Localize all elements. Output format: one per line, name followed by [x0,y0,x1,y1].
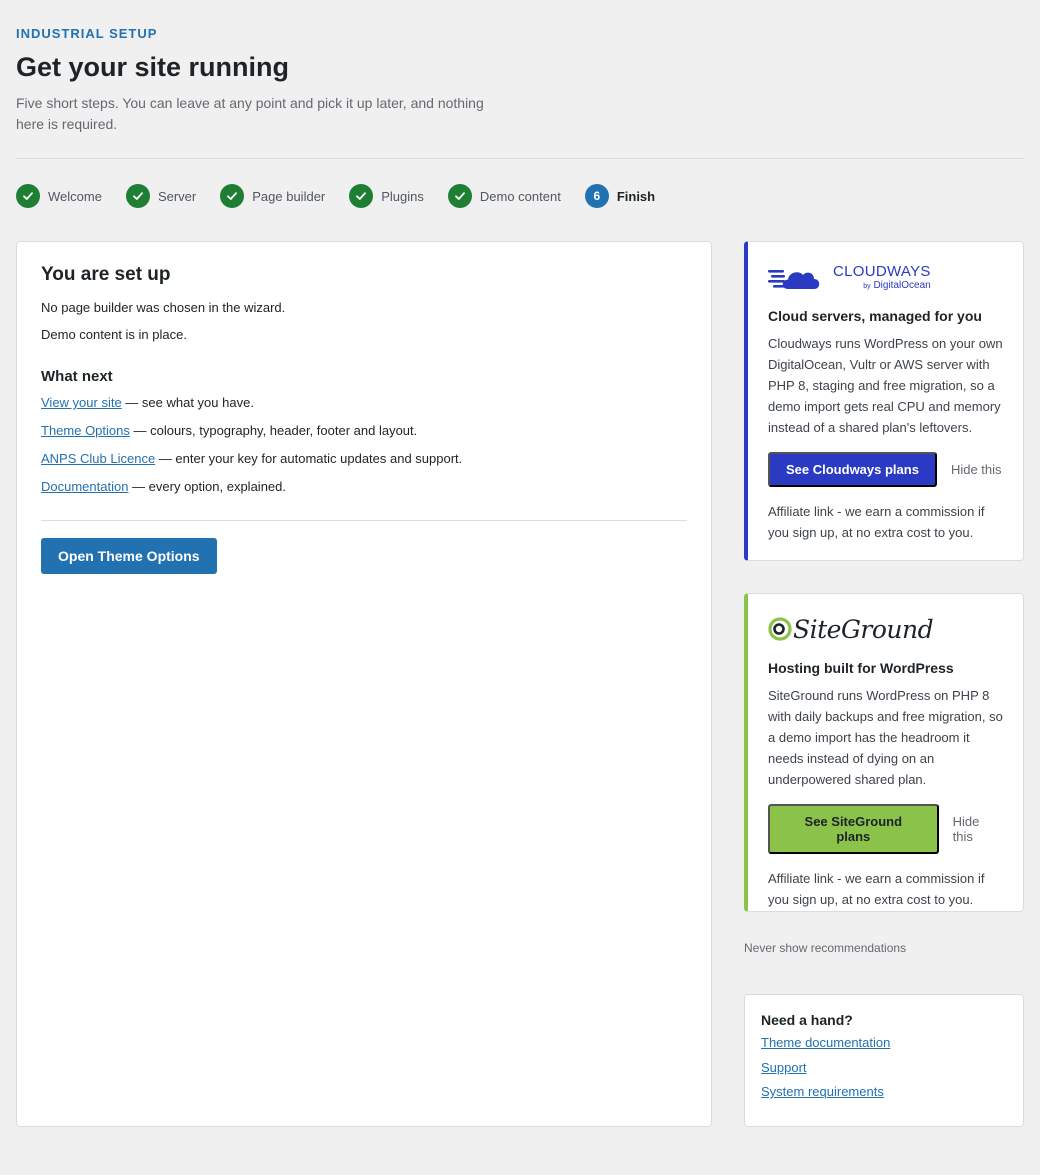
help-title: Need a hand? [761,1012,853,1028]
step-demo-content[interactable]: Demo content [447,184,561,208]
status-line: No page builder was chosen in the wizard… [41,300,286,315]
see-siteground-plans-button[interactable]: See SiteGround plans [768,804,939,854]
next-item: Documentation — every option, explained. [41,478,687,496]
siteground-wordmark: SiteGround [793,614,934,644]
help-card: Need a hand? Theme documentation Support… [744,994,1024,1127]
logo-by-text: by [863,282,871,290]
finish-title: You are set up [41,264,171,285]
status-line: Demo content is in place. [41,327,187,342]
page-title: Get your site running [16,52,290,82]
cloudways-actions: See Cloudways plans Hide this [768,452,1003,487]
never-show-recommendations-link[interactable]: Never show recommendations [744,941,906,955]
hide-siteground-link[interactable]: Hide this [953,814,1003,844]
card-divider [41,520,687,521]
check-icon [125,184,150,208]
step-label: Welcome [48,188,102,204]
theme-documentation-link[interactable]: Theme documentation [761,1034,1007,1052]
step-label: Server [157,188,197,204]
siteground-swirl-icon [768,617,792,641]
cloudways-logo: CLOUDWAYS by DigitalOcean [768,260,1003,294]
next-item-text: — see what you have. [121,395,254,410]
siteground-title: Hosting built for WordPress [768,660,954,676]
page-subtitle: Five short steps. You can leave at any p… [16,95,484,132]
next-item: Theme Options — colours, typography, hea… [41,422,687,440]
logo-sub-text: DigitalOcean [873,279,931,291]
header-divider [16,158,1024,159]
check-icon [447,184,472,208]
step-plugins[interactable]: Plugins [349,184,424,208]
open-theme-options-button[interactable]: Open Theme Options [41,538,217,574]
siteground-description: SiteGround runs WordPress on PHP 8 with … [768,688,1003,787]
next-item-text: — every option, explained. [128,479,286,494]
step-welcome[interactable]: Welcome [16,184,102,208]
club-licence-link[interactable]: ANPS Club Licence [41,451,155,466]
view-site-link[interactable]: View your site [41,395,122,410]
next-item: ANPS Club Licence — enter your key for a… [41,450,687,468]
next-item: View your site — see what you have. [41,394,687,412]
cloudways-card: CLOUDWAYS by DigitalOcean Cloud servers,… [744,241,1024,561]
step-label: Demo content [479,188,561,204]
documentation-link[interactable]: Documentation [41,479,128,494]
next-item-text: — enter your key for automatic updates a… [155,451,463,466]
digitalocean-wordmark: by DigitalOcean [833,279,931,291]
eyebrow-label: INDUSTRIAL SETUP [16,26,158,41]
system-requirements-link[interactable]: System requirements [761,1083,1007,1101]
theme-options-link[interactable]: Theme Options [41,423,130,438]
step-server[interactable]: Server [125,184,197,208]
cloudways-description: Cloudways runs WordPress on your own Dig… [768,336,1003,435]
step-label: Plugins [381,188,424,204]
what-next-heading: What next [41,368,113,385]
check-icon [16,184,40,208]
affiliate-note: Affiliate link - we earn a commission if… [768,504,985,540]
step-label: Page builder [252,188,326,204]
step-label: Finish [616,188,656,204]
siteground-actions: See SiteGround plans Hide this [768,804,1003,854]
hide-cloudways-link[interactable]: Hide this [951,462,1002,477]
support-link[interactable]: Support [761,1059,1007,1077]
cloudways-wordmark: CLOUDWAYS [833,262,931,280]
finish-card: You are set up No page builder was chose… [16,241,712,1127]
step-number-badge: 6 [584,184,609,208]
see-cloudways-plans-button[interactable]: See Cloudways plans [768,452,937,487]
step-finish: 6 Finish [584,184,656,208]
cloudways-title: Cloud servers, managed for you [768,308,982,324]
cloud-icon [768,270,820,289]
siteground-logo: SiteGround [768,612,1003,646]
next-item-text: — colours, typography, header, footer an… [129,423,418,438]
siteground-card: SiteGround Hosting built for WordPress S… [744,593,1024,912]
affiliate-note: Affiliate link - we earn a commission if… [768,871,985,907]
check-icon [349,184,374,208]
step-progress: Welcome Server Page builder Plugins Demo… [16,184,679,208]
step-page-builder[interactable]: Page builder [220,184,325,208]
check-icon [220,184,245,208]
